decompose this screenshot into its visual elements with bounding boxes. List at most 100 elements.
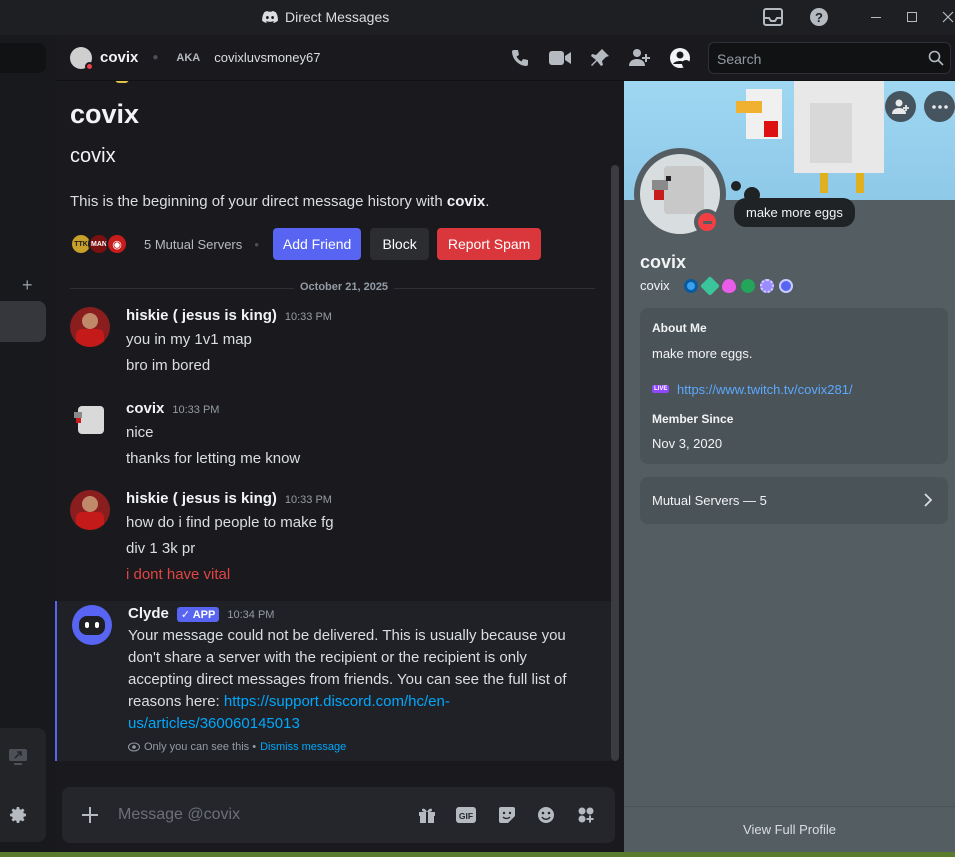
message-text: div 1 3k pr: [126, 540, 196, 557]
profile-username-row: covix: [640, 275, 793, 296]
block-button[interactable]: Block: [370, 228, 430, 260]
author-avatar[interactable]: [70, 307, 110, 347]
author-name[interactable]: hiskie ( jesus is king): [126, 490, 277, 507]
attach-plus-icon[interactable]: [78, 803, 102, 827]
message-time: 10:33 PM: [284, 494, 332, 506]
intro-text: This is the beginning of your direct mes…: [70, 193, 490, 210]
find-conversation-input[interactable]: [0, 43, 46, 73]
apps-icon[interactable]: [574, 803, 598, 827]
window-title-text: Direct Messages: [285, 9, 390, 25]
intro-big-name: covix: [70, 99, 140, 129]
create-dm-icon[interactable]: +: [22, 275, 33, 296]
settings-gear-icon[interactable]: [8, 805, 28, 825]
clyde-system-message[interactable]: Clyde ✓ APP 10:34 PM Your message could …: [55, 601, 611, 761]
orbs-badge-icon[interactable]: [759, 278, 774, 293]
active-developer-badge-icon[interactable]: [778, 278, 793, 293]
message-header: hiskie ( jesus is king) 10:33 PM: [126, 307, 332, 324]
about-me-text: make more eggs.: [652, 346, 753, 361]
search-icon[interactable]: [928, 50, 944, 66]
author-name[interactable]: hiskie ( jesus is king): [126, 307, 277, 324]
chevron-right-icon: [924, 493, 932, 507]
window-title: Direct Messages: [262, 9, 389, 25]
message-time: 10:33 PM: [284, 311, 332, 323]
app-window: Direct Messages ? + covix ● AKA covixluv…: [0, 0, 955, 852]
user-panel: [0, 788, 46, 842]
message-text: bro im bored: [126, 357, 211, 374]
report-spam-button[interactable]: Report Spam: [437, 228, 542, 260]
add-member-icon[interactable]: [628, 46, 652, 70]
dismiss-message-link[interactable]: Dismiss message: [260, 741, 346, 753]
close-icon[interactable]: [936, 6, 955, 28]
intro-sub-name: covix: [70, 145, 116, 167]
server-icon[interactable]: ◉: [106, 233, 128, 255]
author-avatar[interactable]: [70, 400, 110, 440]
search-bar[interactable]: [708, 42, 951, 74]
message-header: hiskie ( jesus is king) 10:33 PM: [126, 490, 332, 507]
intro-separator: ●: [254, 239, 260, 249]
message-header: covix 10:33 PM: [126, 400, 219, 417]
voice-panel: [0, 728, 46, 788]
gift-icon[interactable]: [415, 803, 439, 827]
hypesquad-badge-icon[interactable]: [683, 278, 698, 293]
emoji-icon[interactable]: [534, 803, 558, 827]
clyde-message-text: Your message could not be delivered. Thi…: [128, 627, 567, 732]
message-item[interactable]: hiskie ( jesus is king) 10:33 PM how do …: [55, 488, 611, 598]
mutual-servers-count: Mutual Servers — 5: [652, 493, 767, 508]
svg-text:?: ?: [815, 10, 823, 25]
clyde-avatar[interactable]: [72, 605, 112, 645]
member-since-label: Member Since: [652, 412, 734, 426]
mutual-servers-link[interactable]: 5 Mutual Servers: [144, 237, 242, 252]
help-icon[interactable]: ?: [807, 6, 831, 28]
chat-area: covix ● AKA covixluvsmoney67 covix covix…: [55, 35, 624, 852]
author-name[interactable]: covix: [126, 400, 164, 417]
pin-icon[interactable]: [588, 46, 612, 70]
dnd-status-icon: [694, 209, 720, 235]
app-badge: ✓ APP: [176, 607, 220, 622]
status-bubble-dot: [731, 181, 741, 191]
date-divider: October 21, 2025: [70, 281, 595, 295]
message-text: you in my 1v1 map: [126, 331, 252, 348]
mutual-servers-row: TTK MAN ◉ 5 Mutual Servers ● Add Friend …: [70, 228, 542, 260]
scrollbar[interactable]: [611, 165, 619, 761]
message-input[interactable]: [118, 804, 398, 826]
add-friend-button[interactable]: Add Friend: [273, 228, 362, 260]
add-friend-profile-icon[interactable]: [885, 91, 916, 122]
more-options-icon[interactable]: [924, 91, 955, 122]
view-full-profile-button[interactable]: View Full Profile: [624, 806, 955, 852]
message-composer: GIF: [62, 787, 615, 843]
header-separator: ●: [152, 52, 159, 63]
only-you-text: Only you can see this •: [144, 741, 257, 753]
maximize-icon[interactable]: [900, 6, 924, 28]
dm-sidebar: +: [0, 35, 55, 852]
message-item[interactable]: covix 10:33 PM nice thanks for letting m…: [55, 398, 611, 478]
message-header: Clyde ✓ APP 10:34 PM: [128, 605, 274, 622]
intro-name-bold: covix: [446, 193, 486, 210]
quest-badge-icon[interactable]: [740, 278, 755, 293]
boost-badge-icon[interactable]: [721, 278, 736, 293]
author-name[interactable]: Clyde: [128, 605, 169, 622]
mutual-servers-card[interactable]: Mutual Servers — 5: [640, 477, 948, 524]
aka-value: covixluvsmoney67: [214, 50, 321, 65]
twitch-link[interactable]: https://www.twitch.tv/covix281/: [677, 382, 853, 397]
message-time: 10:34 PM: [227, 609, 275, 621]
gif-icon[interactable]: GIF: [454, 803, 478, 827]
sticker-icon[interactable]: [495, 803, 519, 827]
nitro-gem-badge-icon[interactable]: [699, 275, 720, 296]
search-input[interactable]: [717, 49, 917, 69]
header-avatar: [70, 46, 94, 71]
about-me-card: About Me make more eggs. LIVE https://ww…: [640, 308, 948, 464]
user-profile-icon[interactable]: [668, 46, 692, 70]
message-item[interactable]: hiskie ( jesus is king) 10:33 PM you in …: [55, 305, 611, 385]
dnd-status-icon: [85, 61, 94, 71]
dm-list-item-selected[interactable]: [0, 301, 46, 342]
voice-call-icon[interactable]: [508, 46, 532, 70]
badge-row: [683, 275, 793, 296]
screen-share-icon[interactable]: [8, 748, 28, 766]
author-avatar[interactable]: [70, 490, 110, 530]
message-text-failed: i dont have vital: [126, 566, 231, 583]
video-call-icon[interactable]: [548, 46, 572, 70]
profile-username: covix: [640, 278, 670, 293]
inbox-icon[interactable]: [761, 6, 785, 28]
minimize-icon[interactable]: [864, 6, 888, 28]
header-username[interactable]: covix: [100, 49, 138, 66]
